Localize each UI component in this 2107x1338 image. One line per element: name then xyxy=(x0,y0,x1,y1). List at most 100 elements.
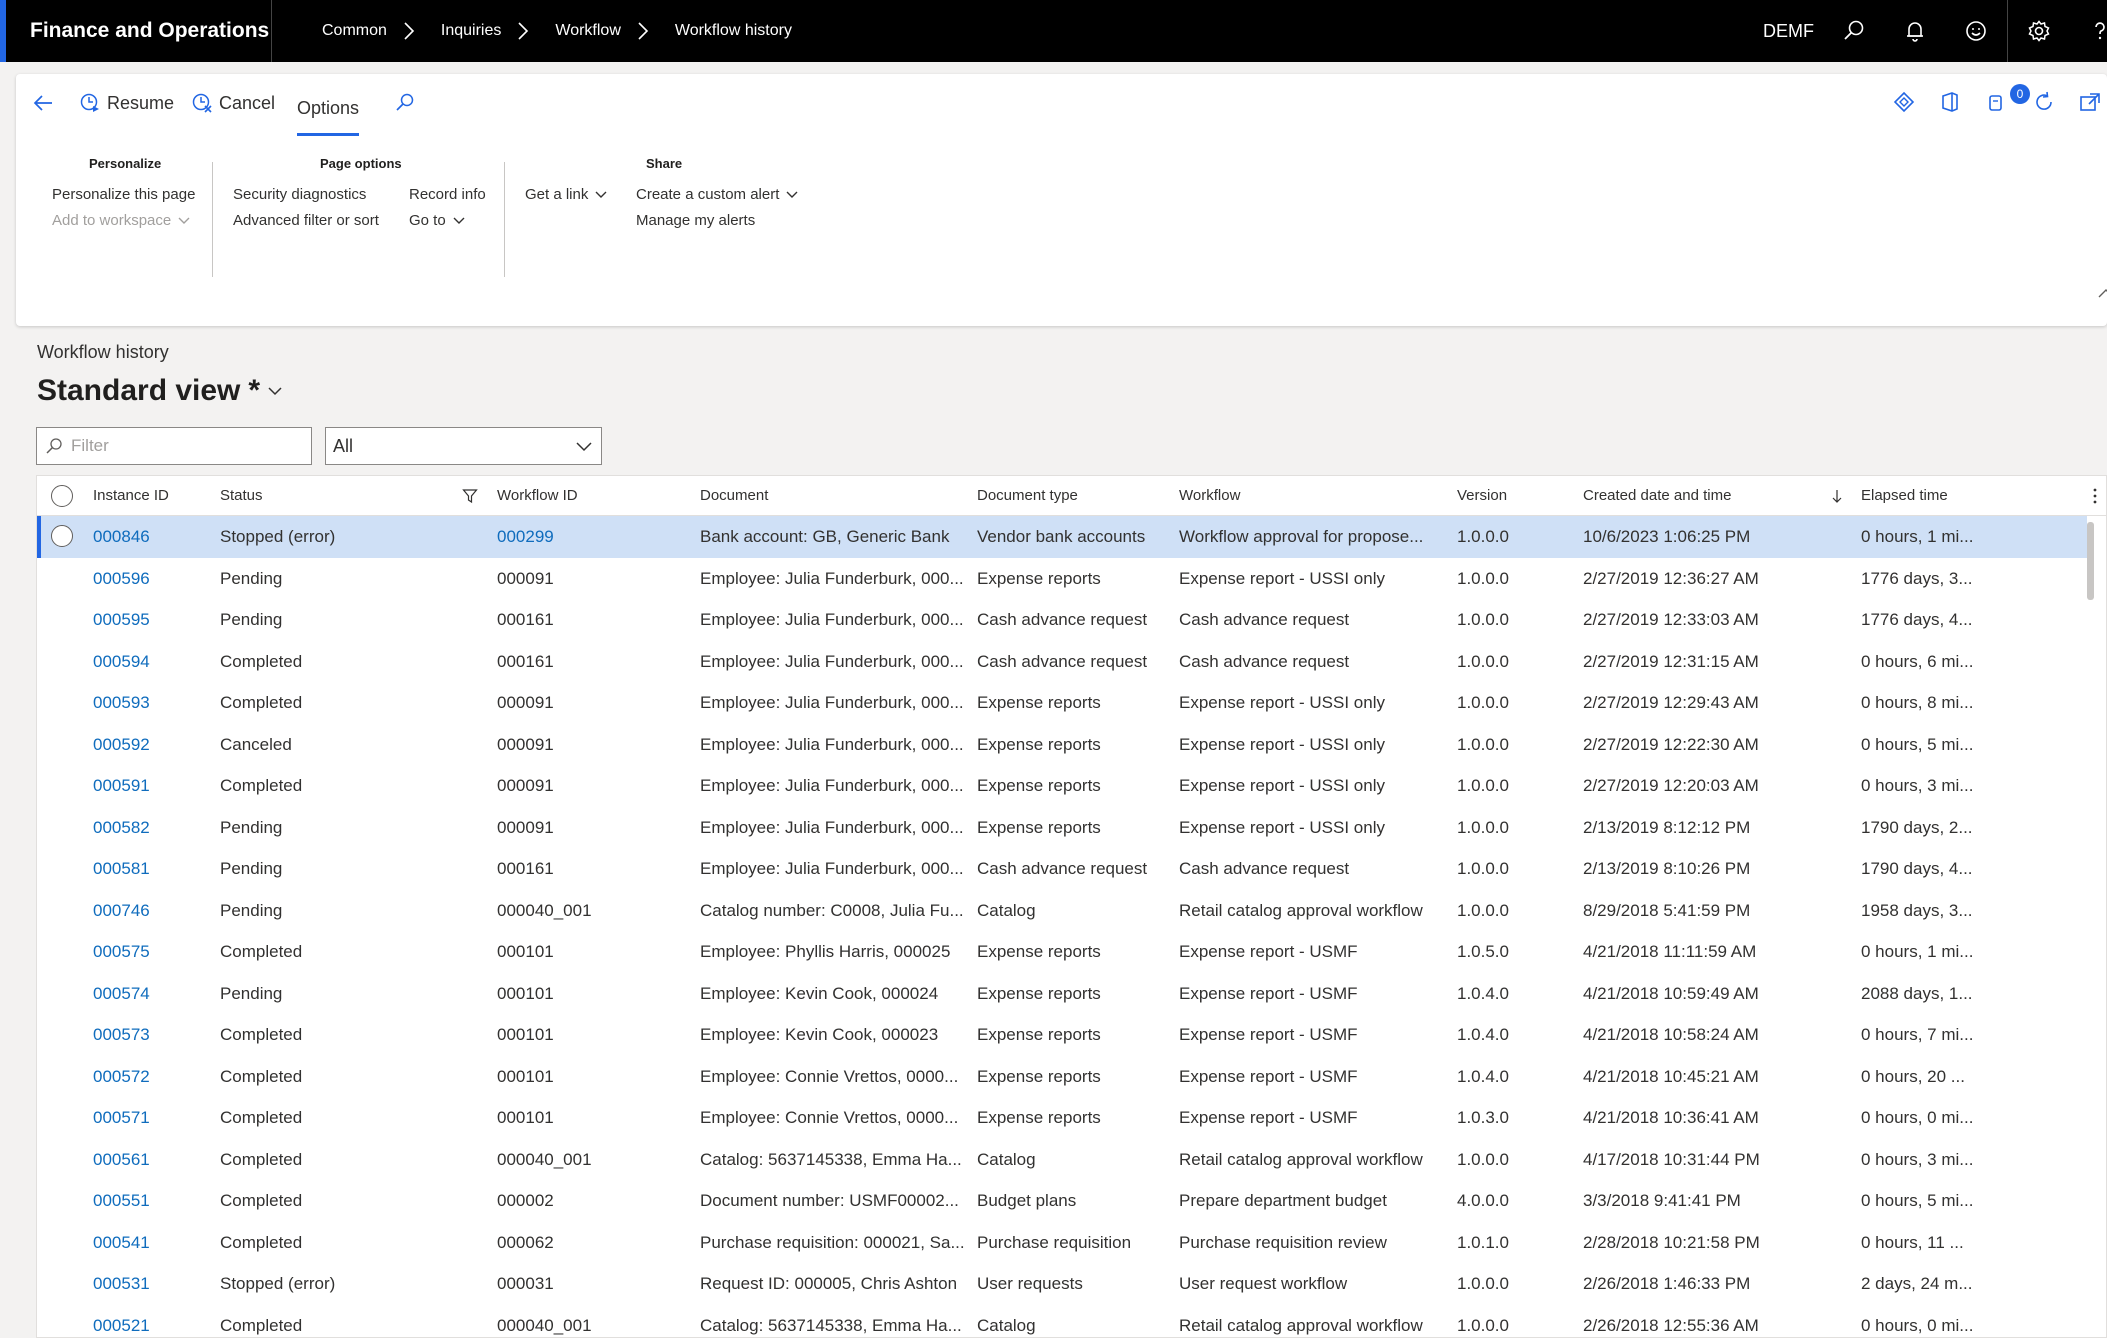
back-button[interactable] xyxy=(32,88,60,118)
attachment-icon[interactable] xyxy=(1984,90,2008,114)
vertical-scrollbar[interactable] xyxy=(2087,522,2094,600)
status-filter-select[interactable]: All xyxy=(325,427,602,465)
instance-id-link[interactable]: 000596 xyxy=(93,558,150,600)
workflow-id-cell: 000002 xyxy=(497,1191,554,1210)
instance-id-link[interactable]: 000561 xyxy=(93,1139,150,1181)
instance-id-link[interactable]: 000551 xyxy=(93,1180,150,1222)
gear-icon[interactable] xyxy=(2027,19,2051,43)
more-options-icon[interactable] xyxy=(2087,486,2103,506)
instance-id-link[interactable]: 000582 xyxy=(93,807,150,849)
status-cell: Completed xyxy=(220,1315,303,1335)
personalize-page-button[interactable]: Personalize this page xyxy=(52,186,195,203)
table-row[interactable]: 000574 Pending 000101 Employee: Kevin Co… xyxy=(37,973,2087,1015)
table-row[interactable]: 000521 Completed 000040_001 Catalog: 563… xyxy=(37,1305,2087,1338)
table-row[interactable]: 000591 Completed 000091 Employee: Julia … xyxy=(37,765,2087,807)
table-row[interactable]: 000846 Stopped (error) 000299 Bank accou… xyxy=(37,516,2087,558)
workflow-id-cell: 000091 xyxy=(497,734,554,754)
manage-alerts-button[interactable]: Manage my alerts xyxy=(636,212,755,229)
table-row[interactable]: 000746 Pending 000040_001 Catalog number… xyxy=(37,890,2087,932)
refresh-icon[interactable] xyxy=(2032,90,2056,114)
instance-id-link[interactable]: 000541 xyxy=(93,1222,150,1264)
table-row[interactable]: 000582 Pending 000091 Employee: Julia Fu… xyxy=(37,807,2087,849)
advanced-filter-button[interactable]: Advanced filter or sort xyxy=(233,212,379,229)
breadcrumb-inquiries[interactable]: Inquiries xyxy=(441,22,501,40)
sort-descending-icon[interactable] xyxy=(1829,476,1845,516)
record-info-button[interactable]: Record info xyxy=(409,186,486,203)
filter-input[interactable] xyxy=(71,436,301,456)
go-to-button[interactable]: Go to xyxy=(409,212,466,229)
tab-options[interactable]: Options xyxy=(297,86,360,136)
table-row[interactable]: 000592 Canceled 000091 Employee: Julia F… xyxy=(37,724,2087,766)
status-cell: Completed xyxy=(220,1149,303,1169)
table-row[interactable]: 000572 Completed 000101 Employee: Connie… xyxy=(37,1056,2087,1098)
security-diagnostics-button[interactable]: Security diagnostics xyxy=(233,186,366,203)
col-header-elapsed[interactable]: Elapsed time xyxy=(1861,476,1948,516)
instance-id-link[interactable]: 000573 xyxy=(93,1014,150,1056)
instance-id-link[interactable]: 000746 xyxy=(93,890,150,932)
filter-icon[interactable] xyxy=(462,476,478,516)
table-row[interactable]: 000561 Completed 000040_001 Catalog: 563… xyxy=(37,1139,2087,1181)
instance-id-link[interactable]: 000571 xyxy=(93,1097,150,1139)
action-search-button[interactable] xyxy=(394,88,422,118)
table-row[interactable]: 000551 Completed 000002 Document number:… xyxy=(37,1180,2087,1222)
resume-button[interactable]: Resume xyxy=(79,88,174,118)
filter-field[interactable] xyxy=(36,427,312,465)
row-select-radio[interactable] xyxy=(51,525,73,547)
smiley-feedback-icon[interactable] xyxy=(1964,19,1988,43)
breadcrumb: Common Inquiries Workflow Workflow histo… xyxy=(322,0,806,62)
instance-id-link[interactable]: 000593 xyxy=(93,682,150,724)
get-a-link-button[interactable]: Get a link xyxy=(525,186,608,203)
chevron-up-icon[interactable] xyxy=(2096,284,2107,304)
col-header-instance-id[interactable]: Instance ID xyxy=(93,476,169,516)
app-title[interactable]: Finance and Operations xyxy=(30,0,269,62)
instance-id-link[interactable]: 000594 xyxy=(93,641,150,683)
company-picker[interactable]: DEMF xyxy=(1763,0,1814,62)
breadcrumb-workflow-history[interactable]: Workflow history xyxy=(675,22,792,40)
instance-id-link[interactable]: 000572 xyxy=(93,1056,150,1098)
instance-id-link[interactable]: 000581 xyxy=(93,848,150,890)
instance-id-link[interactable]: 000592 xyxy=(93,724,150,766)
instance-id-link[interactable]: 000575 xyxy=(93,931,150,973)
breadcrumb-common[interactable]: Common xyxy=(322,22,387,40)
workflow-history-grid: Instance ID Status Workflow ID Document … xyxy=(36,475,2107,1338)
view-selector[interactable]: Standard view * xyxy=(37,374,284,408)
table-row[interactable]: 000595 Pending 000161 Employee: Julia Fu… xyxy=(37,599,2087,641)
col-header-version[interactable]: Version xyxy=(1457,476,1507,516)
select-all-radio[interactable] xyxy=(51,485,73,507)
status-cell: Pending xyxy=(220,568,283,588)
table-row[interactable]: 000581 Pending 000161 Employee: Julia Fu… xyxy=(37,848,2087,890)
breadcrumb-workflow[interactable]: Workflow xyxy=(555,22,621,40)
table-row[interactable]: 000594 Completed 000161 Employee: Julia … xyxy=(37,641,2087,683)
table-row[interactable]: 000596 Pending 000091 Employee: Julia Fu… xyxy=(37,558,2087,600)
table-row[interactable]: 000575 Completed 000101 Employee: Phylli… xyxy=(37,931,2087,973)
power-apps-icon[interactable] xyxy=(1892,90,1916,114)
cancel-button[interactable]: Cancel xyxy=(191,88,275,118)
open-in-new-window-icon[interactable] xyxy=(2078,90,2102,114)
col-header-workflow-id[interactable]: Workflow ID xyxy=(497,476,578,516)
col-header-document[interactable]: Document xyxy=(700,476,768,516)
bell-icon[interactable] xyxy=(1903,19,1927,43)
document-type-cell: Expense reports xyxy=(977,1108,1101,1127)
instance-id-link[interactable]: 000574 xyxy=(93,973,150,1015)
instance-id-link[interactable]: 000531 xyxy=(93,1263,150,1305)
instance-id-link[interactable]: 000846 xyxy=(93,516,150,558)
table-row[interactable]: 000571 Completed 000101 Employee: Connie… xyxy=(37,1097,2087,1139)
instance-id-link[interactable]: 000595 xyxy=(93,599,150,641)
elapsed-cell: 0 hours, 0 mi... xyxy=(1861,1315,1974,1335)
help-icon[interactable] xyxy=(2088,19,2107,43)
col-header-created[interactable]: Created date and time xyxy=(1583,476,1731,516)
create-custom-alert-button[interactable]: Create a custom alert xyxy=(636,186,799,203)
table-row[interactable]: 000531 Stopped (error) 000031 Request ID… xyxy=(37,1263,2087,1305)
col-header-workflow[interactable]: Workflow xyxy=(1179,476,1240,516)
col-header-document-type[interactable]: Document type xyxy=(977,476,1078,516)
instance-id-link[interactable]: 000521 xyxy=(93,1305,150,1338)
table-row[interactable]: 000573 Completed 000101 Employee: Kevin … xyxy=(37,1014,2087,1056)
instance-id-link[interactable]: 000591 xyxy=(93,765,150,807)
workflow-id-cell[interactable]: 000299 xyxy=(497,516,554,558)
col-header-status[interactable]: Status xyxy=(220,476,263,516)
add-to-workspace-button[interactable]: Add to workspace xyxy=(52,212,191,229)
search-icon[interactable] xyxy=(1842,19,1866,43)
table-row[interactable]: 000541 Completed 000062 Purchase requisi… xyxy=(37,1222,2087,1264)
table-row[interactable]: 000593 Completed 000091 Employee: Julia … xyxy=(37,682,2087,724)
office-icon[interactable] xyxy=(1938,90,1962,114)
